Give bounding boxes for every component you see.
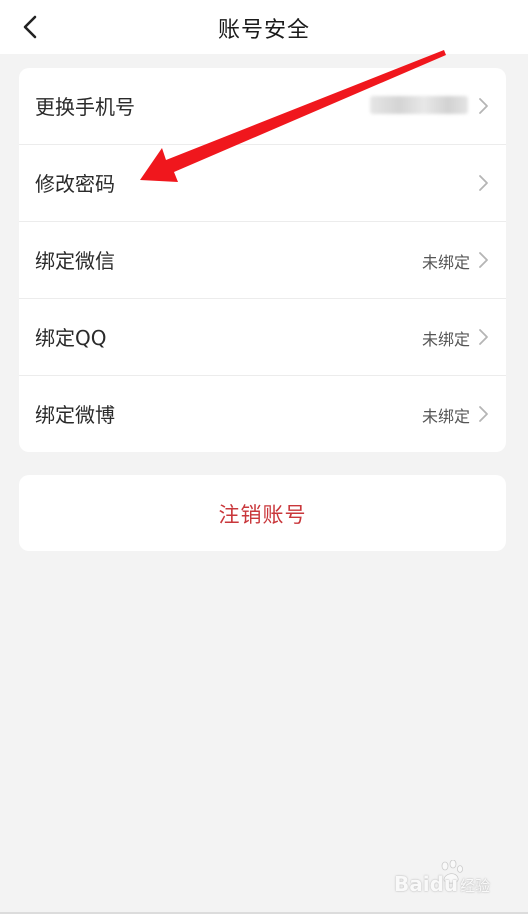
change-password-label: 修改密码 [35, 172, 115, 196]
page-title: 账号安全 [217, 18, 310, 43]
bind-qq-label: 绑定QQ [35, 326, 107, 350]
nav-bar: 账号安全 [0, 0, 528, 54]
bind-qq-status: 未绑定 [421, 330, 470, 349]
logout-card[interactable]: 注销账号 [19, 475, 506, 551]
chevron-right-icon [476, 403, 490, 425]
chevron-right-icon [476, 95, 490, 117]
bind-qq-row[interactable]: 绑定QQ 未绑定 [19, 299, 506, 376]
settings-card: 更换手机号 修改密码 绑定微信 未绑定 绑定QQ 未绑定 绑定微博 未绑定 [19, 68, 506, 452]
bind-weibo-label: 绑定微博 [35, 403, 115, 427]
bind-weibo-row[interactable]: 绑定微博 未绑定 [19, 376, 506, 452]
bind-weibo-status: 未绑定 [421, 407, 470, 426]
delete-account-button[interactable]: 注销账号 [19, 499, 506, 529]
watermark-suffix: 经验 [460, 877, 491, 895]
change-phone-label: 更换手机号 [35, 95, 135, 119]
chevron-right-icon [476, 326, 490, 348]
watermark-brand: Bai [394, 872, 430, 896]
phone-number-blurred [370, 96, 468, 114]
change-password-row[interactable]: 修改密码 [19, 145, 506, 222]
watermark: Baidu 经验 [394, 860, 504, 896]
bind-wechat-label: 绑定微信 [35, 249, 115, 273]
change-phone-row[interactable]: 更换手机号 [19, 68, 506, 145]
chevron-right-icon [476, 249, 490, 271]
watermark-text: Baidu 经验 [394, 872, 490, 896]
bind-wechat-status: 未绑定 [421, 253, 470, 272]
watermark-brand-tail: du [429, 872, 459, 896]
bind-wechat-row[interactable]: 绑定微信 未绑定 [19, 222, 506, 299]
chevron-right-icon [476, 172, 490, 194]
